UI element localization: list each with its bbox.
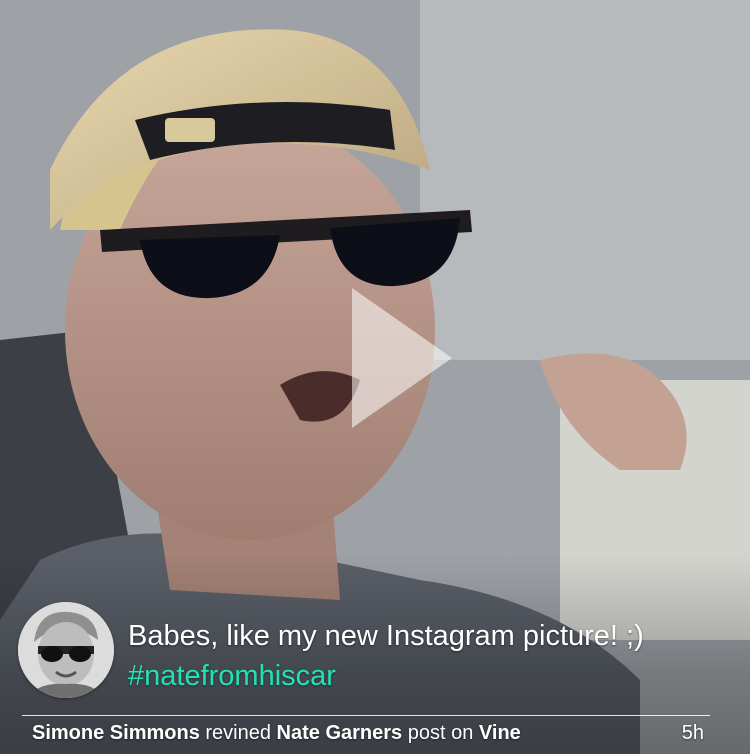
play-icon[interactable] (352, 288, 462, 428)
post-text: post on (407, 722, 474, 744)
divider (22, 715, 710, 716)
hashtag-link[interactable]: #natefromhiscar (128, 660, 336, 693)
post-caption: Babes, like my new Instagram picture! ;) (128, 620, 644, 652)
avatar[interactable] (18, 602, 114, 698)
action-text: revined (205, 722, 271, 744)
attribution-line: Simone Simmons revined Nate Garners post… (32, 722, 521, 745)
timestamp: 5h (681, 722, 704, 744)
avatar-image (18, 602, 114, 698)
author-name-link[interactable]: Nate Garners (277, 722, 403, 744)
reviner-name-link[interactable]: Simone Simmons (32, 722, 200, 744)
platform-link[interactable]: Vine (479, 722, 521, 744)
